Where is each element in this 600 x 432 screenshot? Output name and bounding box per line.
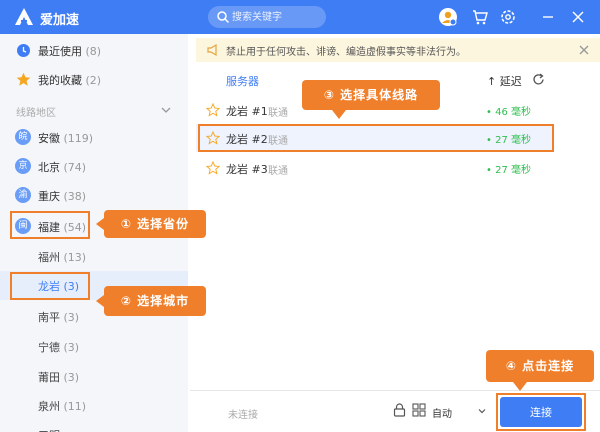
star-icon [16, 72, 31, 86]
highlight-server-row [198, 124, 554, 152]
callout-text: ③ 选择具体线路 [323, 88, 419, 102]
sidebar-city-fuzhou[interactable]: 福州 (13) [0, 242, 188, 271]
chevron-down-icon[interactable] [477, 406, 487, 416]
server-row[interactable]: 龙岩 #3 联通 • 27 毫秒 [196, 154, 554, 182]
column-header-latency[interactable]: ↑ 延迟 [487, 73, 522, 89]
footer-divider [190, 390, 600, 391]
province-label: 北京 [38, 161, 60, 174]
province-badge: 京 [15, 158, 31, 174]
sidebar-item-label: 最近使用 [38, 45, 82, 58]
city-label: 南平 [38, 311, 60, 324]
callout-step3: ③ 选择具体线路 [302, 80, 440, 119]
close-icon[interactable] [578, 44, 590, 56]
sidebar-province-beijing[interactable]: 京 北京 (74) [0, 152, 188, 181]
server-isp: 联通 [268, 166, 288, 177]
server-latency: • 46 毫秒 [486, 107, 531, 118]
sidebar-item-label: 我的收藏 [38, 74, 82, 87]
city-count: (13) [63, 251, 87, 264]
callout-arrow [96, 218, 104, 230]
sidebar-province-chongqing[interactable]: 渝 重庆 (38) [0, 181, 188, 210]
callout-step4: ④ 点击连接 [486, 350, 594, 391]
search-box[interactable] [208, 6, 326, 28]
city-label: 福州 [38, 251, 60, 264]
app-title: 爱加速 [40, 13, 80, 28]
megaphone-icon [207, 43, 217, 57]
sidebar-item-favorites[interactable]: 我的收藏 (2) [0, 65, 188, 94]
app-logo-icon [15, 8, 33, 25]
callout-step2: ② 选择城市 [96, 286, 206, 316]
highlight-connect-button [496, 393, 586, 431]
sidebar-city-sanming[interactable]: 三明 [0, 420, 188, 432]
city-label: 宁德 [38, 341, 60, 354]
server-isp: 联通 [268, 108, 288, 119]
callout-text: ② 选择城市 [120, 294, 190, 308]
highlight-city [10, 272, 90, 300]
city-count: (3) [63, 311, 80, 324]
lock-icon[interactable] [393, 403, 406, 417]
city-count: (3) [63, 341, 80, 354]
title-bar: 爱加速 [0, 0, 600, 34]
gear-icon[interactable] [498, 7, 518, 27]
city-count: (11) [63, 400, 87, 413]
notice-bar: 禁止用于任何攻击、诽谤、编造虚假事实等非法行为。 [196, 38, 600, 62]
server-name: 龙岩 #1 [226, 105, 268, 118]
city-label: 泉州 [38, 400, 60, 413]
sidebar-item-count: (8) [85, 45, 102, 58]
grid-icon[interactable] [412, 403, 426, 417]
sidebar-item-count: (2) [85, 74, 102, 87]
province-label: 重庆 [38, 190, 60, 203]
city-label: 莆田 [38, 371, 60, 384]
callout-arrow [96, 295, 104, 307]
province-badge: 皖 [15, 129, 31, 145]
highlight-province [10, 211, 90, 239]
sidebar-city-quanzhou[interactable]: 泉州 (11) [0, 391, 188, 420]
star-outline-icon[interactable] [206, 161, 220, 175]
refresh-icon[interactable] [532, 73, 545, 86]
sidebar-item-recent[interactable]: 最近使用 (8) [0, 36, 188, 65]
callout-step1: ① 选择省份 [96, 210, 206, 238]
star-outline-icon[interactable] [206, 103, 220, 117]
avatar-icon[interactable] [438, 7, 458, 27]
column-header-server[interactable]: 服务器 [226, 73, 259, 89]
close-icon[interactable] [568, 7, 588, 27]
notice-text: 禁止用于任何攻击、诽谤、编造虚假事实等非法行为。 [226, 47, 466, 58]
clock-icon [17, 44, 30, 57]
search-input[interactable] [232, 8, 322, 26]
mode-select[interactable]: 自动 [432, 405, 452, 420]
sidebar-province-anhui[interactable]: 皖 安徽 (119) [0, 123, 188, 152]
callout-text: ① 选择省份 [120, 217, 190, 231]
province-count: (119) [63, 132, 94, 145]
server-name: 龙岩 #3 [226, 163, 268, 176]
city-count: (3) [63, 371, 80, 384]
section-label: 线路地区 [16, 108, 56, 119]
province-count: (38) [63, 190, 87, 203]
callout-arrow [513, 382, 527, 391]
server-latency: • 27 毫秒 [486, 165, 531, 176]
callout-arrow [332, 110, 346, 119]
cart-icon[interactable] [470, 7, 490, 27]
sidebar-city-ningde[interactable]: 宁德 (3) [0, 332, 188, 361]
province-badge: 渝 [15, 187, 31, 203]
connection-status: 未连接 [228, 410, 258, 421]
callout-text: ④ 点击连接 [505, 359, 575, 373]
sidebar-city-putian[interactable]: 莆田 (3) [0, 362, 188, 391]
search-icon [217, 11, 230, 24]
minimize-icon[interactable] [538, 7, 558, 27]
chevron-down-icon[interactable] [160, 104, 172, 116]
province-label: 安徽 [38, 132, 60, 145]
province-count: (74) [63, 161, 87, 174]
